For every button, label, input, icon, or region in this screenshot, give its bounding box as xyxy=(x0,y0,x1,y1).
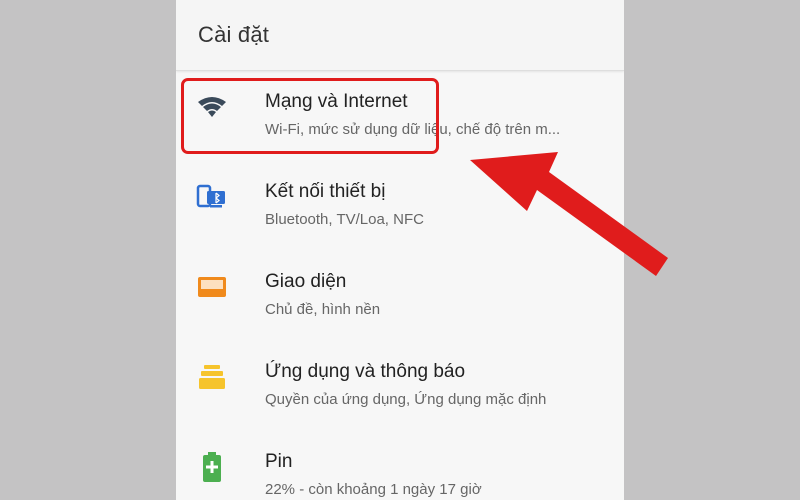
settings-item-title: Mạng và Internet xyxy=(265,91,408,112)
settings-item-title: Giao diện xyxy=(265,271,347,292)
apps-icon xyxy=(196,361,228,393)
settings-item-network[interactable]: Mạng và Internet Wi-Fi, mức sử dụng dữ l… xyxy=(176,75,624,165)
battery-icon xyxy=(196,451,228,483)
settings-item-title: Kết nối thiết bị xyxy=(265,181,386,202)
settings-item-display[interactable]: Giao diện Chủ đề, hình nền xyxy=(176,255,624,345)
screenshot-stage: Cài đặt Mạng và Internet Wi-Fi, mức sử d… xyxy=(0,0,800,500)
display-icon xyxy=(196,271,228,303)
settings-item-battery[interactable]: Pin 22% - còn khoảng 1 ngày 17 giờ xyxy=(176,435,624,500)
settings-item-subtitle: Bluetooth, TV/Loa, NFC xyxy=(265,211,424,228)
page-title: Cài đặt xyxy=(198,22,270,47)
connected-devices-icon xyxy=(196,181,228,213)
settings-list: Mạng và Internet Wi-Fi, mức sử dụng dữ l… xyxy=(176,75,624,500)
settings-item-connected-devices[interactable]: Kết nối thiết bị Bluetooth, TV/Loa, NFC xyxy=(176,165,624,255)
settings-item-title: Pin xyxy=(265,451,293,472)
wifi-icon xyxy=(196,91,228,123)
settings-screen: Cài đặt Mạng và Internet Wi-Fi, mức sử d… xyxy=(176,0,624,500)
settings-item-subtitle: Quyền của ứng dụng, Ứng dụng mặc định xyxy=(265,391,547,408)
app-bar: Cài đặt xyxy=(176,0,624,71)
settings-item-subtitle: Chủ đề, hình nền xyxy=(265,301,381,318)
settings-item-title: Ứng dụng và thông báo xyxy=(265,361,466,382)
settings-item-apps-notifications[interactable]: Ứng dụng và thông báo Quyền của ứng dụng… xyxy=(176,345,624,435)
settings-item-subtitle: Wi-Fi, mức sử dụng dữ liệu, chế độ trên … xyxy=(265,121,561,138)
settings-item-subtitle: 22% - còn khoảng 1 ngày 17 giờ xyxy=(265,481,482,498)
